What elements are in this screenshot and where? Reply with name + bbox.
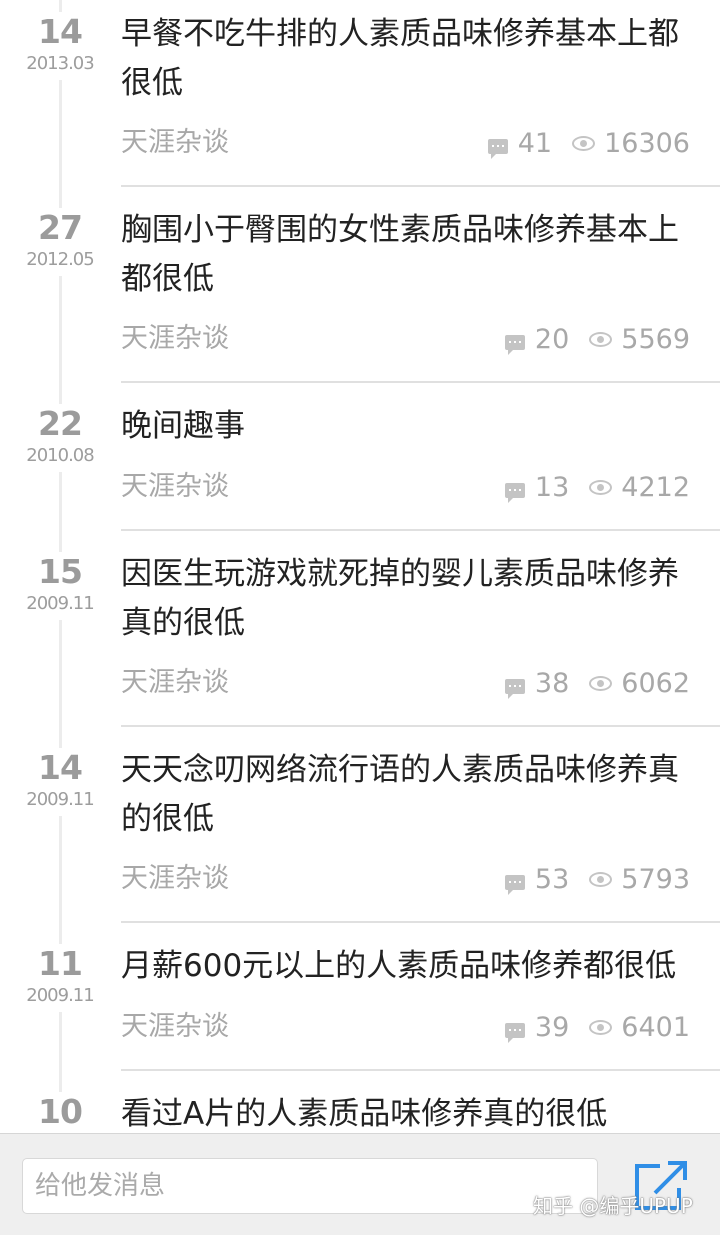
eye-icon [572,135,596,151]
list-item[interactable]: 14 2013.03 早餐不吃牛排的人素质品味修养基本上都很低 天涯杂谈 41 … [0,0,720,187]
comment-count: 53 [534,863,570,895]
post-source[interactable]: 天涯杂谈 [121,661,229,705]
comment-count: 39 [534,1011,570,1043]
post-source[interactable]: 天涯杂谈 [121,465,229,509]
divider [121,1069,720,1071]
view-count: 4212 [621,471,690,503]
date-badge: 14 2009.11 [6,748,114,816]
post-day: 27 [38,208,83,247]
post-title[interactable]: 看过A片的人素质品味修养真的很低 [121,1090,681,1133]
eye-icon [589,871,613,887]
post-title[interactable]: 天天念叨网络流行语的人素质品味修养真的很低 [121,746,681,844]
comment-bubble-icon [504,678,525,699]
divider [121,725,720,727]
list-item[interactable]: 22 2010.08 晚间趣事 天涯杂谈 13 4212 [0,392,720,530]
view-count: 6062 [621,667,690,699]
post-source[interactable]: 天涯杂谈 [121,121,229,165]
post-year-month: 2010.08 [26,445,94,466]
post-meta: 天涯杂谈 41 16306 [121,121,690,165]
watermark-text: 知乎 @编乎UPUP [533,1194,693,1218]
post-title[interactable]: 晚间趣事 [121,402,681,451]
post-day: 14 [38,12,83,51]
post-source[interactable]: 天涯杂谈 [121,857,229,901]
post-source[interactable]: 天涯杂谈 [121,1005,229,1049]
message-composer-bar [0,1133,720,1235]
view-count: 5569 [621,323,690,355]
view-count: 16306 [604,127,690,159]
divider [121,185,720,187]
post-stats: 53 5793 [504,857,690,901]
post-meta: 天涯杂谈 39 6401 [121,1005,690,1049]
date-badge: 10 [6,1092,114,1133]
divider [121,921,720,923]
list-item[interactable]: 27 2012.05 胸围小于臀围的女性素质品味修养基本上都很低 天涯杂谈 20… [0,196,720,383]
date-badge: 27 2012.05 [6,208,114,276]
comment-count: 38 [534,667,570,699]
post-day: 15 [38,552,83,591]
post-year-month: 2009.11 [26,789,94,810]
comment-count: 13 [534,471,570,503]
eye-icon [589,331,613,347]
post-title[interactable]: 因医生玩游戏就死掉的婴儿素质品味修养真的很低 [121,550,681,648]
post-title[interactable]: 月薪600元以上的人素质品味修养都很低 [121,942,681,991]
post-title[interactable]: 胸围小于臀围的女性素质品味修养基本上都很低 [121,206,681,304]
post-stats: 20 5569 [504,317,690,361]
eye-icon [589,675,613,691]
post-source[interactable]: 天涯杂谈 [121,317,229,361]
post-meta: 天涯杂谈 20 5569 [121,317,690,361]
post-stats: 13 4212 [504,465,690,509]
comment-bubble-icon [504,1022,525,1043]
comment-bubble-icon [504,482,525,503]
post-year-month: 2013.03 [26,53,94,74]
comment-count: 20 [534,323,570,355]
eye-icon [589,1019,613,1035]
post-meta: 天涯杂谈 53 5793 [121,857,690,901]
post-day: 11 [38,944,83,983]
date-badge: 14 2013.03 [6,12,114,80]
divider [121,381,720,383]
list-item[interactable]: 14 2009.11 天天念叨网络流行语的人素质品味修养真的很低 天涯杂谈 53… [0,736,720,923]
list-item[interactable]: 15 2009.11 因医生玩游戏就死掉的婴儿素质品味修养真的很低 天涯杂谈 3… [0,540,720,727]
post-day: 22 [38,404,83,443]
list-item[interactable]: 11 2009.11 月薪600元以上的人素质品味修养都很低 天涯杂谈 39 6… [0,932,720,1070]
date-badge: 22 2010.08 [6,404,114,472]
post-stats: 39 6401 [504,1005,690,1049]
message-input[interactable] [22,1158,598,1214]
eye-icon [589,479,613,495]
post-year-month: 2009.11 [26,593,94,614]
comment-bubble-icon [487,138,508,159]
post-title[interactable]: 早餐不吃牛排的人素质品味修养基本上都很低 [121,10,681,108]
post-stats: 41 16306 [487,121,690,165]
view-count: 5793 [621,863,690,895]
comment-bubble-icon [504,334,525,355]
post-meta: 天涯杂谈 38 6062 [121,661,690,705]
list-item[interactable]: 10 看过A片的人素质品味修养真的很低 [0,1080,720,1133]
date-badge: 15 2009.11 [6,552,114,620]
divider [121,529,720,531]
post-meta: 天涯杂谈 13 4212 [121,465,690,509]
post-year-month: 2009.11 [26,985,94,1006]
view-count: 6401 [621,1011,690,1043]
post-timeline: 14 2013.03 早餐不吃牛排的人素质品味修养基本上都很低 天涯杂谈 41 … [0,0,720,1133]
post-day: 14 [38,748,83,787]
date-badge: 11 2009.11 [6,944,114,1012]
comment-bubble-icon [504,874,525,895]
post-year-month: 2012.05 [26,249,94,270]
post-stats: 38 6062 [504,661,690,705]
comment-count: 41 [517,127,553,159]
post-day: 10 [38,1092,83,1131]
